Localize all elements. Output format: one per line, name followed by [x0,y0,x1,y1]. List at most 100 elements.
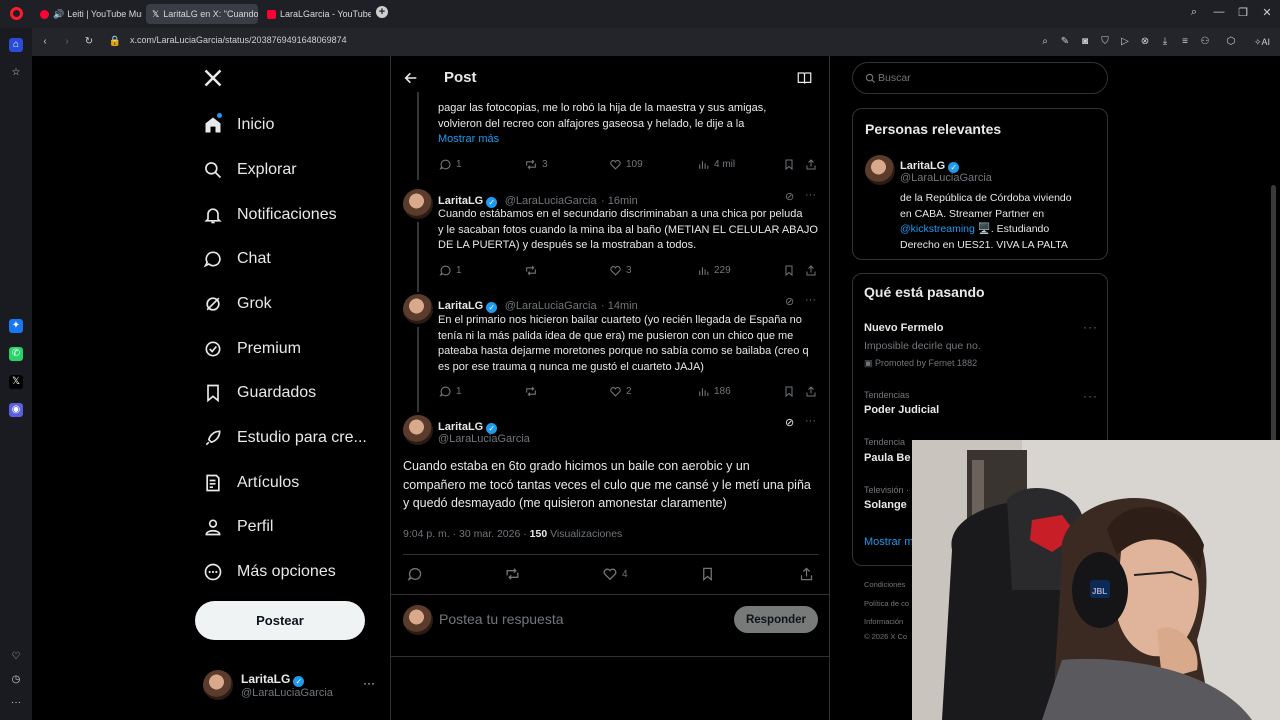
retweet-action[interactable] [524,264,542,277]
nav-item-inicio[interactable]: Inicio [202,110,274,140]
menu-icon[interactable]: ≡ [1178,35,1192,49]
show-more-link[interactable]: Mostrar más [438,133,499,145]
nav-item-guardados[interactable]: Guardados [202,378,316,408]
share-action[interactable] [805,385,821,398]
extensions-icon[interactable]: ⬡ [1224,35,1238,49]
tweet-time[interactable]: · 16min [601,195,638,207]
x-logo-icon[interactable] [203,68,225,92]
tweet-timestamp[interactable]: 9:04 p. m. · 30 mar. 2026 · [403,528,527,540]
zoom-icon[interactable]: ⌕ [1038,35,1052,49]
avatar[interactable] [403,189,433,219]
more-icon[interactable]: ··· [1083,320,1098,334]
share-action[interactable] [805,158,821,171]
reply-input[interactable]: Postea tu respuesta [439,611,564,627]
author-name[interactable]: LaritaLG [438,421,483,433]
post-button[interactable]: Postear [195,601,365,640]
reader-icon[interactable] [797,71,812,90]
nav-item-mas-opciones[interactable]: Más opciones [202,557,336,587]
tab-youtube-music[interactable]: 🔊 Leiti | YouTube Music [34,4,142,24]
like-action[interactable]: 2 [609,385,632,398]
messenger-icon[interactable]: ✦ [9,319,23,333]
grok-analyze-icon[interactable]: ⊘ [785,295,794,308]
play-icon[interactable]: ▷ [1118,35,1132,49]
nav-item-chat[interactable]: Chat [202,244,271,274]
tweet-time[interactable]: · 14min [601,300,638,312]
grok-analyze-icon[interactable]: ⊘ [785,416,794,429]
views-action[interactable]: 4 mil [697,158,735,171]
ai-button[interactable]: ✧AI [1250,35,1274,49]
whatsapp-icon[interactable]: ✆ [9,347,23,361]
x-sidebar-icon[interactable]: 𝕏 [9,375,23,389]
trend-title[interactable]: Paula Be [864,452,910,464]
share-action[interactable] [799,566,818,582]
retweet-action[interactable] [524,385,542,398]
search-box[interactable]: Buscar [852,62,1108,94]
search-tabs-icon[interactable]: ⌕ [1186,6,1202,19]
footer-link[interactable]: Política de co [864,599,909,608]
more-icon[interactable]: ··· [805,294,816,306]
history-icon[interactable]: ◷ [9,673,23,687]
heart-icon[interactable]: ♡ [9,650,23,664]
minimize-icon[interactable]: — [1211,6,1227,18]
back-button[interactable] [403,70,419,91]
author-name[interactable]: LaritaLG [438,195,483,207]
avatar[interactable] [403,294,433,324]
reply-action[interactable]: 1 [439,264,462,277]
shield-icon[interactable]: ⛉ [1098,35,1112,49]
more-icon[interactable]: ··· [9,696,23,710]
avatar[interactable] [403,415,433,445]
profile-browser-icon[interactable]: ⚇ [1198,35,1212,49]
views-action[interactable]: 186 [697,385,731,398]
opera-logo-icon[interactable] [10,7,23,20]
views-action[interactable]: 229 [697,264,731,277]
edit-icon[interactable]: ✎ [1058,35,1072,49]
account-switcher[interactable]: LaritaLG ✓ @LaraLuciaGarcia ··· [203,668,378,704]
nav-item-notificaciones[interactable]: Notificaciones [202,200,337,230]
author-handle[interactable]: @LaraLuciaGarcia [505,195,597,207]
search-input[interactable]: Buscar [878,72,911,84]
author-name[interactable]: LaritaLG [438,300,483,312]
reply-action[interactable]: 1 [439,385,462,398]
bookmark-action[interactable] [783,158,799,171]
reply-action[interactable]: 1 [439,158,462,171]
author-handle[interactable]: @LaraLuciaGarcia [505,300,597,312]
star-icon[interactable]: ☆ [9,66,23,80]
bookmark-action[interactable] [700,566,719,582]
close-window-icon[interactable]: ✕ [1259,6,1275,19]
bookmark-action[interactable] [783,264,799,277]
nav-item-explorar[interactable]: Explorar [202,155,297,185]
more-icon[interactable]: ··· [1083,389,1098,403]
more-icon[interactable]: ··· [805,415,816,427]
avatar[interactable] [865,155,895,185]
tab-youtube[interactable]: LaraLGarcia - YouTube [261,4,371,24]
tab-x-post[interactable]: 𝕏 LaritaLG en X: "Cuando e ✕ [146,4,258,24]
grok-analyze-icon[interactable]: ⊘ [785,190,794,203]
bookmark-action[interactable] [783,385,799,398]
retweet-action[interactable] [504,566,525,582]
aria-icon[interactable]: ◉ [9,403,23,417]
url-input[interactable]: x.com/LaraLuciaGarcia/status/20387694916… [130,35,347,45]
nav-item-grok[interactable]: Grok [202,289,272,319]
show-more-link[interactable]: Mostrar m [864,536,914,548]
forward-icon[interactable]: › [60,35,74,49]
footer-link[interactable]: Información [864,617,903,626]
author-handle[interactable]: @LaraLuciaGarcia [438,433,530,445]
nav-item-perfil[interactable]: Perfil [202,512,273,542]
trend-title[interactable]: Poder Judicial [864,404,939,416]
retweet-action[interactable]: 3 [524,158,548,171]
reply-button[interactable]: Responder [734,606,818,633]
nav-item-articulos[interactable]: Artículos [202,468,299,498]
like-action[interactable]: 3 [609,264,632,277]
trend-title[interactable]: Nuevo Fermelo [864,322,943,334]
reload-icon[interactable]: ↻ [82,35,96,49]
share-action[interactable] [805,264,821,277]
back-icon[interactable]: ‹ [38,35,52,49]
vpn-icon[interactable]: ⊗ [1138,35,1152,49]
more-icon[interactable]: ··· [805,189,816,201]
nav-item-estudio[interactable]: Estudio para cre... [202,423,367,453]
trend-title[interactable]: Solange [864,499,907,511]
download-icon[interactable]: ⤓ [1158,35,1172,49]
new-tab-button[interactable]: + [376,6,388,18]
maximize-icon[interactable]: ❐ [1235,6,1251,19]
like-action[interactable]: 109 [609,158,643,171]
